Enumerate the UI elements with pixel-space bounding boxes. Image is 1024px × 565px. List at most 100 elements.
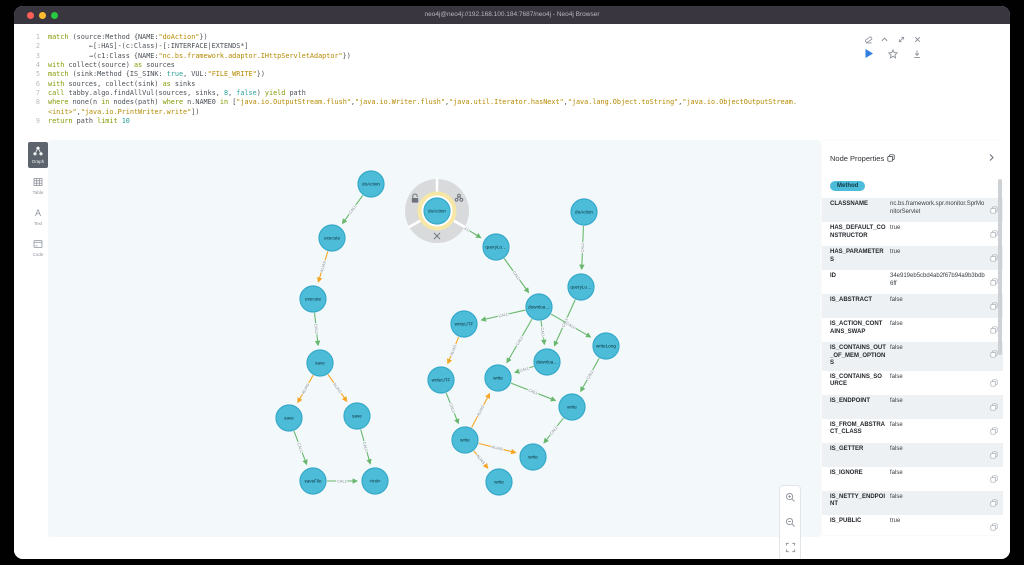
code-token: }) — [257, 70, 265, 79]
maximize-window-button[interactable] — [51, 12, 58, 19]
property-value: true — [890, 249, 987, 257]
code-line[interactable]: <init>","java.io.PrintWriter.write"]) — [30, 108, 936, 117]
text-icon: A — [33, 208, 43, 219]
copy-icon[interactable] — [990, 422, 998, 440]
property-key: IS_CONTAINS_OUT_OF_MEM_OPTIONS — [830, 345, 890, 368]
code-token: in — [101, 98, 113, 107]
graph-canvas[interactable]: CALLALIASCALLALIASALIASCALLCALLCALLCALLC… — [48, 140, 820, 537]
copy-icon[interactable] — [990, 273, 998, 291]
code-token: }) — [199, 33, 207, 42]
edge-label: CALL — [498, 311, 510, 318]
property-row: IS_ENDPOINTfalse — [822, 395, 1003, 419]
code-token: "java.util.Iterator.hasNext" — [449, 98, 564, 107]
node-label: write — [528, 455, 538, 460]
close-window-button[interactable] — [27, 12, 34, 19]
zoom-to-fit-icon[interactable] — [785, 540, 796, 558]
code-token: sources — [146, 61, 175, 70]
copy-icon[interactable] — [990, 297, 998, 315]
code-line[interactable]: 7call tabby.algo.findAllVul(sources, sin… — [30, 89, 936, 98]
graph-node[interactable]: downloa… — [534, 349, 560, 375]
node-label: write — [567, 405, 577, 410]
copy-icon[interactable] — [990, 446, 998, 464]
line-number: 3 — [30, 52, 48, 61]
code-token: true — [167, 70, 183, 79]
zoom-out-icon[interactable] — [785, 515, 796, 533]
code-line[interactable]: 2 ←[:HAS]-(c:Class)-[:INTERFACE|EXTENDS*… — [30, 42, 936, 51]
view-tab-text[interactable]: AText — [28, 204, 48, 230]
fullscreen-icon[interactable] — [897, 35, 906, 44]
download-icon[interactable] — [912, 49, 922, 59]
graph-node[interactable]: save — [276, 405, 302, 431]
minimize-window-button[interactable] — [39, 12, 46, 19]
graph-visualization[interactable]: CALLALIASCALLALIASALIASCALLCALLCALLCALLC… — [48, 140, 820, 537]
graph-node[interactable]: save — [307, 350, 333, 376]
copy-icon[interactable] — [990, 494, 998, 512]
view-tab-graph[interactable]: Graph — [28, 142, 48, 168]
neo4j-browser-window: neo4j@neo4j://192.168.100.184:7687/neo4j… — [14, 6, 1010, 559]
property-row: IS_FROM_ABSTRACT_CLASSfalse — [822, 419, 1003, 443]
code-token: →(c1:Class {NAME: — [48, 52, 159, 61]
copy-icon[interactable] — [990, 225, 998, 243]
copy-icon[interactable] — [990, 321, 998, 339]
close-frame-icon[interactable] — [913, 35, 922, 44]
graph-node[interactable]: write — [559, 394, 585, 420]
code-line[interactable]: 4with collect(source) as sources — [30, 61, 936, 70]
view-tab-code[interactable]: Code — [28, 235, 48, 261]
copy-icon[interactable] — [990, 201, 998, 219]
code-line[interactable]: 9return path limit 10 — [30, 117, 936, 126]
graph-node[interactable]: doAction — [358, 171, 384, 197]
graph-node[interactable]: write — [520, 444, 546, 470]
code-token: match — [48, 33, 73, 42]
copy-icon[interactable] — [990, 518, 998, 535]
copy-icon[interactable] — [990, 470, 998, 488]
graph-node[interactable]: downloa… — [526, 294, 552, 320]
node-label: save — [284, 416, 294, 421]
graph-node[interactable]: queryLo… — [483, 234, 509, 260]
graph-node[interactable]: write — [452, 427, 478, 453]
code-token: in — [220, 98, 232, 107]
graph-node[interactable]: <init> — [362, 468, 388, 494]
code-token: , VUL: — [183, 70, 208, 79]
code-line[interactable]: 5match (sink:Method {IS_SINK: true, VUL:… — [30, 70, 936, 79]
copy-icon[interactable] — [990, 374, 998, 392]
code-token: where — [163, 98, 188, 107]
graph-node[interactable]: write — [485, 365, 511, 391]
code-token: "java.io.PrintWriter.write" — [81, 108, 192, 117]
chevron-right-icon[interactable] — [988, 149, 995, 167]
code-token: where — [48, 98, 73, 107]
panel-scrollbar-thumb[interactable] — [998, 179, 1002, 355]
code-token: tabby.algo.findAllVul(sources, sinks, — [68, 89, 224, 98]
view-tab-table[interactable]: Table — [28, 173, 48, 199]
code-line[interactable]: 1match (source:Method {NAME:"doAction"}) — [30, 33, 936, 42]
graph-node[interactable]: save — [344, 403, 370, 429]
zoom-in-icon[interactable] — [785, 490, 796, 508]
graph-node[interactable]: writeUTF — [451, 311, 477, 337]
graph-node[interactable]: queryLo… — [568, 274, 594, 300]
graph-node-selected[interactable]: doAction — [405, 179, 469, 244]
edge-label: ALIAS — [300, 382, 310, 395]
graph-node[interactable]: execute — [319, 225, 345, 251]
copy-icon[interactable] — [990, 345, 998, 363]
graph-node[interactable]: saveFile — [300, 468, 326, 494]
edge-label: ALIAS — [332, 382, 343, 394]
graph-node[interactable]: doAction — [571, 199, 597, 225]
code-line[interactable]: 3 →(c1:Class {NAME:"nc.bs.framework.adap… — [30, 52, 936, 61]
graph-node[interactable]: writeLong — [593, 333, 619, 359]
graph-node[interactable]: writeUTF — [428, 367, 454, 393]
copy-icon[interactable] — [990, 398, 998, 416]
copy-icon[interactable] — [990, 249, 998, 267]
run-button[interactable] — [864, 48, 874, 59]
line-number: 1 — [30, 33, 48, 42]
graph-node[interactable]: execute — [300, 286, 326, 312]
collapse-frame-icon[interactable] — [880, 35, 889, 44]
eraser-icon[interactable] — [864, 35, 873, 44]
copy-icon[interactable] — [887, 149, 895, 167]
code-line[interactable]: 8where none(n in nodes(path) where n.NAM… — [30, 98, 936, 107]
favorite-star-icon[interactable] — [888, 49, 898, 59]
line-number: 5 — [30, 70, 48, 79]
property-value: false — [890, 494, 987, 502]
node-label-badge[interactable]: Method — [830, 181, 865, 191]
cypher-editor[interactable]: 1match (source:Method {NAME:"doAction"})… — [30, 33, 936, 126]
graph-node[interactable]: write — [486, 469, 512, 495]
code-line[interactable]: 6with sources, collect(sink) as sinks — [30, 80, 936, 89]
